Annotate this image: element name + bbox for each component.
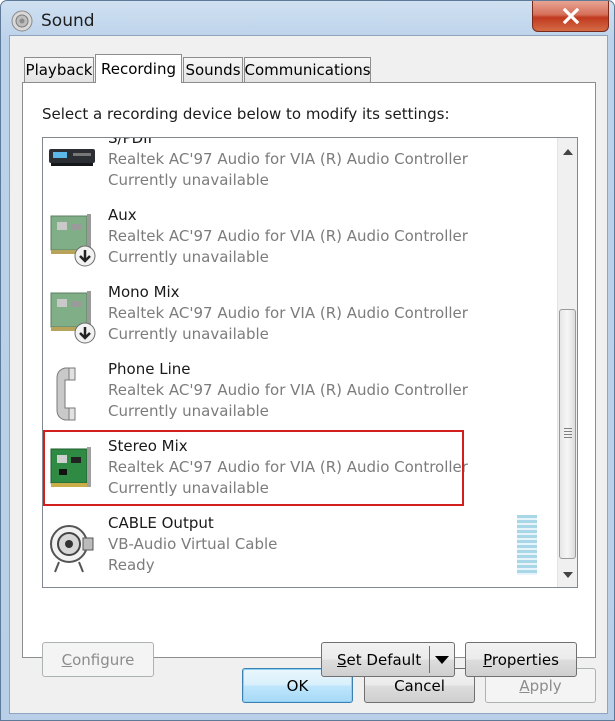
device-item-aux[interactable]: Aux Realtek AC'97 Audio for VIA (R) Audi…	[43, 200, 557, 277]
device-driver: Realtek AC'97 Audio for VIA (R) Audio Co…	[108, 227, 468, 245]
tab-communications[interactable]: Communications	[244, 57, 371, 82]
sound-card-disabled-icon	[47, 210, 99, 270]
tab-label: Communications	[244, 61, 371, 79]
scroll-thumb[interactable]	[559, 309, 576, 559]
device-driver: Realtek AC'97 Audio for VIA (R) Audio Co…	[108, 381, 468, 399]
device-item-phone-line[interactable]: Phone Line Realtek AC'97 Audio for VIA (…	[43, 354, 557, 431]
properties-button[interactable]: Properties	[465, 642, 577, 677]
arrow-up-icon	[562, 149, 573, 155]
instruction-text: Select a recording device below to modif…	[42, 105, 450, 123]
device-driver: Realtek AC'97 Audio for VIA (R) Audio Co…	[108, 150, 468, 168]
dialog-body: Playback Recording Sounds Communications…	[9, 35, 608, 714]
properties-label: Properties	[483, 650, 559, 669]
device-item-cable-output[interactable]: CABLE Output VB-Audio Virtual Cable Read…	[43, 508, 557, 585]
sound-dialog: Sound Playback Recording Sounds Communic…	[0, 0, 615, 721]
split-divider	[429, 646, 430, 673]
configure-label: Configure	[61, 650, 135, 669]
device-status: Currently unavailable	[108, 171, 269, 189]
tab-recording[interactable]: Recording	[95, 54, 182, 83]
device-name: Aux	[108, 206, 137, 224]
phone-handset-icon	[47, 364, 99, 424]
audio-level-meter	[517, 515, 537, 575]
sound-card-disabled-icon	[47, 287, 99, 347]
device-name: S/PDIF	[108, 137, 157, 147]
tab-label: Playback	[25, 61, 93, 79]
tab-label: Sounds	[185, 61, 241, 79]
apply-label: Apply	[519, 676, 562, 695]
grip-icon	[564, 428, 572, 438]
arrow-down-icon	[562, 572, 573, 578]
window-title: Sound	[41, 11, 95, 31]
device-name: Phone Line	[108, 360, 191, 378]
device-item-mono-mix[interactable]: Mono Mix Realtek AC'97 Audio for VIA (R)…	[43, 277, 557, 354]
tab-sounds[interactable]: Sounds	[183, 57, 243, 82]
recording-panel: Select a recording device below to modif…	[22, 82, 596, 677]
set-default-button[interactable]: Set Default	[321, 642, 455, 677]
speaker-icon	[11, 10, 33, 32]
tab-label: Recording	[100, 60, 177, 78]
device-status: Currently unavailable	[108, 479, 269, 497]
chevron-down-icon[interactable]	[435, 656, 449, 664]
device-status: Currently unavailable	[108, 402, 269, 420]
device-driver: Realtek AC'97 Audio for VIA (R) Audio Co…	[108, 458, 468, 476]
close-button[interactable]	[532, 1, 609, 32]
device-status: Currently unavailable	[108, 248, 269, 266]
spdif-device-icon	[47, 138, 99, 193]
configure-button[interactable]: Configure	[42, 642, 154, 677]
device-name: Mono Mix	[108, 283, 180, 301]
set-default-label: Set Default	[337, 650, 422, 669]
cancel-label: Cancel	[394, 676, 445, 695]
device-driver: VB-Audio Virtual Cable	[108, 535, 278, 553]
ok-label: OK	[286, 676, 309, 695]
device-status: Ready	[108, 556, 155, 574]
tab-playback[interactable]: Playback	[24, 57, 94, 82]
sound-card-icon	[47, 441, 99, 501]
cable-connector-icon	[47, 518, 99, 578]
device-name: CABLE Output	[108, 514, 214, 532]
list-scrollbar[interactable]	[557, 138, 577, 587]
scroll-up-button[interactable]	[558, 143, 577, 161]
close-icon	[562, 8, 579, 24]
device-item-spdif[interactable]: S/PDIF Realtek AC'97 Audio for VIA (R) A…	[43, 137, 557, 200]
device-item-stereo-mix[interactable]: Stereo Mix Realtek AC'97 Audio for VIA (…	[43, 431, 557, 508]
scroll-down-button[interactable]	[558, 566, 577, 584]
device-name: Stereo Mix	[108, 437, 188, 455]
device-status: Currently unavailable	[108, 325, 269, 343]
recording-device-list[interactable]: S/PDIF Realtek AC'97 Audio for VIA (R) A…	[42, 137, 578, 588]
device-driver: Realtek AC'97 Audio for VIA (R) Audio Co…	[108, 304, 468, 322]
